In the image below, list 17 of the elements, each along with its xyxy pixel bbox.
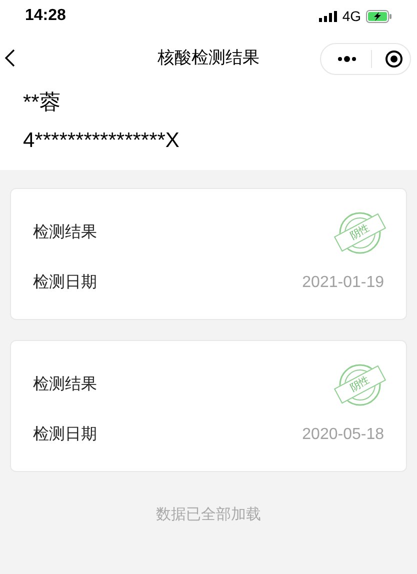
field-label: 检测结果 <box>33 222 97 243</box>
close-icon[interactable] <box>385 50 403 68</box>
field-label: 检测日期 <box>33 273 97 293</box>
back-icon[interactable] <box>4 48 16 68</box>
field-label: 检测结果 <box>33 374 97 395</box>
battery-icon <box>366 10 392 22</box>
person-name: **蓉 <box>23 90 62 116</box>
test-date: 2021-01-19 <box>302 273 384 293</box>
network-label: 4G <box>342 6 361 26</box>
status-time: 14:28 <box>25 6 66 26</box>
id-number: 4****************X <box>23 128 180 154</box>
signal-icon <box>319 10 338 22</box>
more-icon[interactable] <box>337 56 357 62</box>
load-complete-text: 数据已全部加载 <box>155 505 262 525</box>
field-label: 检测日期 <box>33 425 97 445</box>
page-title: 核酸检测结果 <box>158 47 260 70</box>
test-date: 2020-05-18 <box>302 425 384 445</box>
